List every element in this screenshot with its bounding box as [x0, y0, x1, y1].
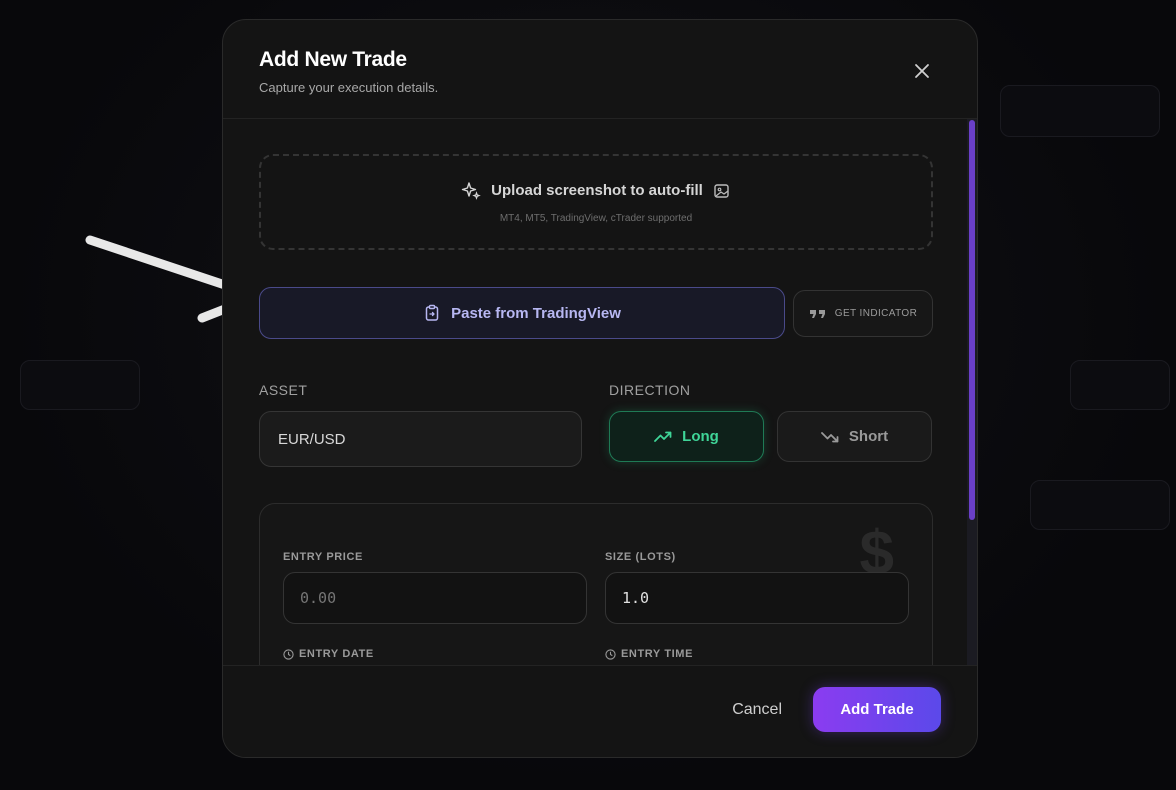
upload-hint: MT4, MT5, TradingView, cTrader supported: [499, 212, 693, 224]
background-panel: [1000, 85, 1160, 137]
entry-date-label-row: ENTRY DATE: [283, 648, 374, 660]
image-icon: [714, 183, 729, 198]
clock-icon: [283, 648, 294, 660]
clock-icon: [605, 648, 616, 660]
screenshot-upload-dropzone[interactable]: Upload screenshot to auto-fill MT4, MT5,…: [259, 154, 933, 250]
modal-footer: Cancel Add Trade: [223, 665, 977, 757]
scrollbar-thumb[interactable]: [969, 120, 975, 520]
entry-time-label-row: ENTRY TIME: [605, 648, 693, 660]
entry-time-label: ENTRY TIME: [621, 648, 694, 660]
background-panel: [1030, 480, 1170, 530]
close-button[interactable]: [909, 58, 935, 84]
background-panel: [20, 360, 140, 410]
trending-down-icon: [821, 431, 839, 442]
direction-short-button[interactable]: Short: [777, 411, 932, 462]
clipboard-icon: [425, 304, 439, 321]
add-trade-modal: Add New Trade Capture your execution det…: [222, 19, 978, 758]
modal-subtitle: Capture your execution details.: [259, 80, 439, 95]
quote-icon: [809, 309, 825, 318]
upload-label: Upload screenshot to auto-fill: [491, 182, 703, 199]
get-indicator-label: GET INDICATOR: [834, 308, 918, 319]
modal-header: Add New Trade Capture your execution det…: [223, 20, 977, 119]
entry-price-label: ENTRY PRICE: [283, 551, 363, 563]
direction-label: DIRECTION: [609, 382, 691, 398]
paste-from-tradingview-button[interactable]: Paste from TradingView: [259, 287, 785, 339]
modal-body[interactable]: Upload screenshot to auto-fill MT4, MT5,…: [223, 119, 977, 667]
paste-label: Paste from TradingView: [451, 304, 621, 322]
get-indicator-button[interactable]: GET INDICATOR: [793, 290, 933, 337]
asset-label: ASSET: [259, 382, 308, 398]
sparkles-icon: [461, 181, 481, 200]
pricing-card: $ ENTRY PRICE SIZE (LOTS) ENTRY DATE ENT…: [259, 503, 933, 667]
trending-up-icon: [654, 431, 672, 442]
entry-price-input[interactable]: [283, 572, 587, 624]
asset-input[interactable]: [259, 411, 582, 467]
modal-title: Add New Trade: [259, 48, 407, 71]
direction-long-button[interactable]: Long: [609, 411, 764, 462]
long-label: Long: [682, 428, 719, 445]
cancel-button[interactable]: Cancel: [732, 701, 782, 719]
add-trade-button[interactable]: Add Trade: [813, 687, 941, 732]
size-lots-input[interactable]: [605, 572, 909, 624]
short-label: Short: [848, 428, 889, 445]
entry-date-label: ENTRY DATE: [299, 648, 374, 660]
background-panel: [1070, 360, 1170, 410]
close-icon: [915, 64, 929, 78]
size-lots-label: SIZE (LOTS): [605, 551, 676, 563]
